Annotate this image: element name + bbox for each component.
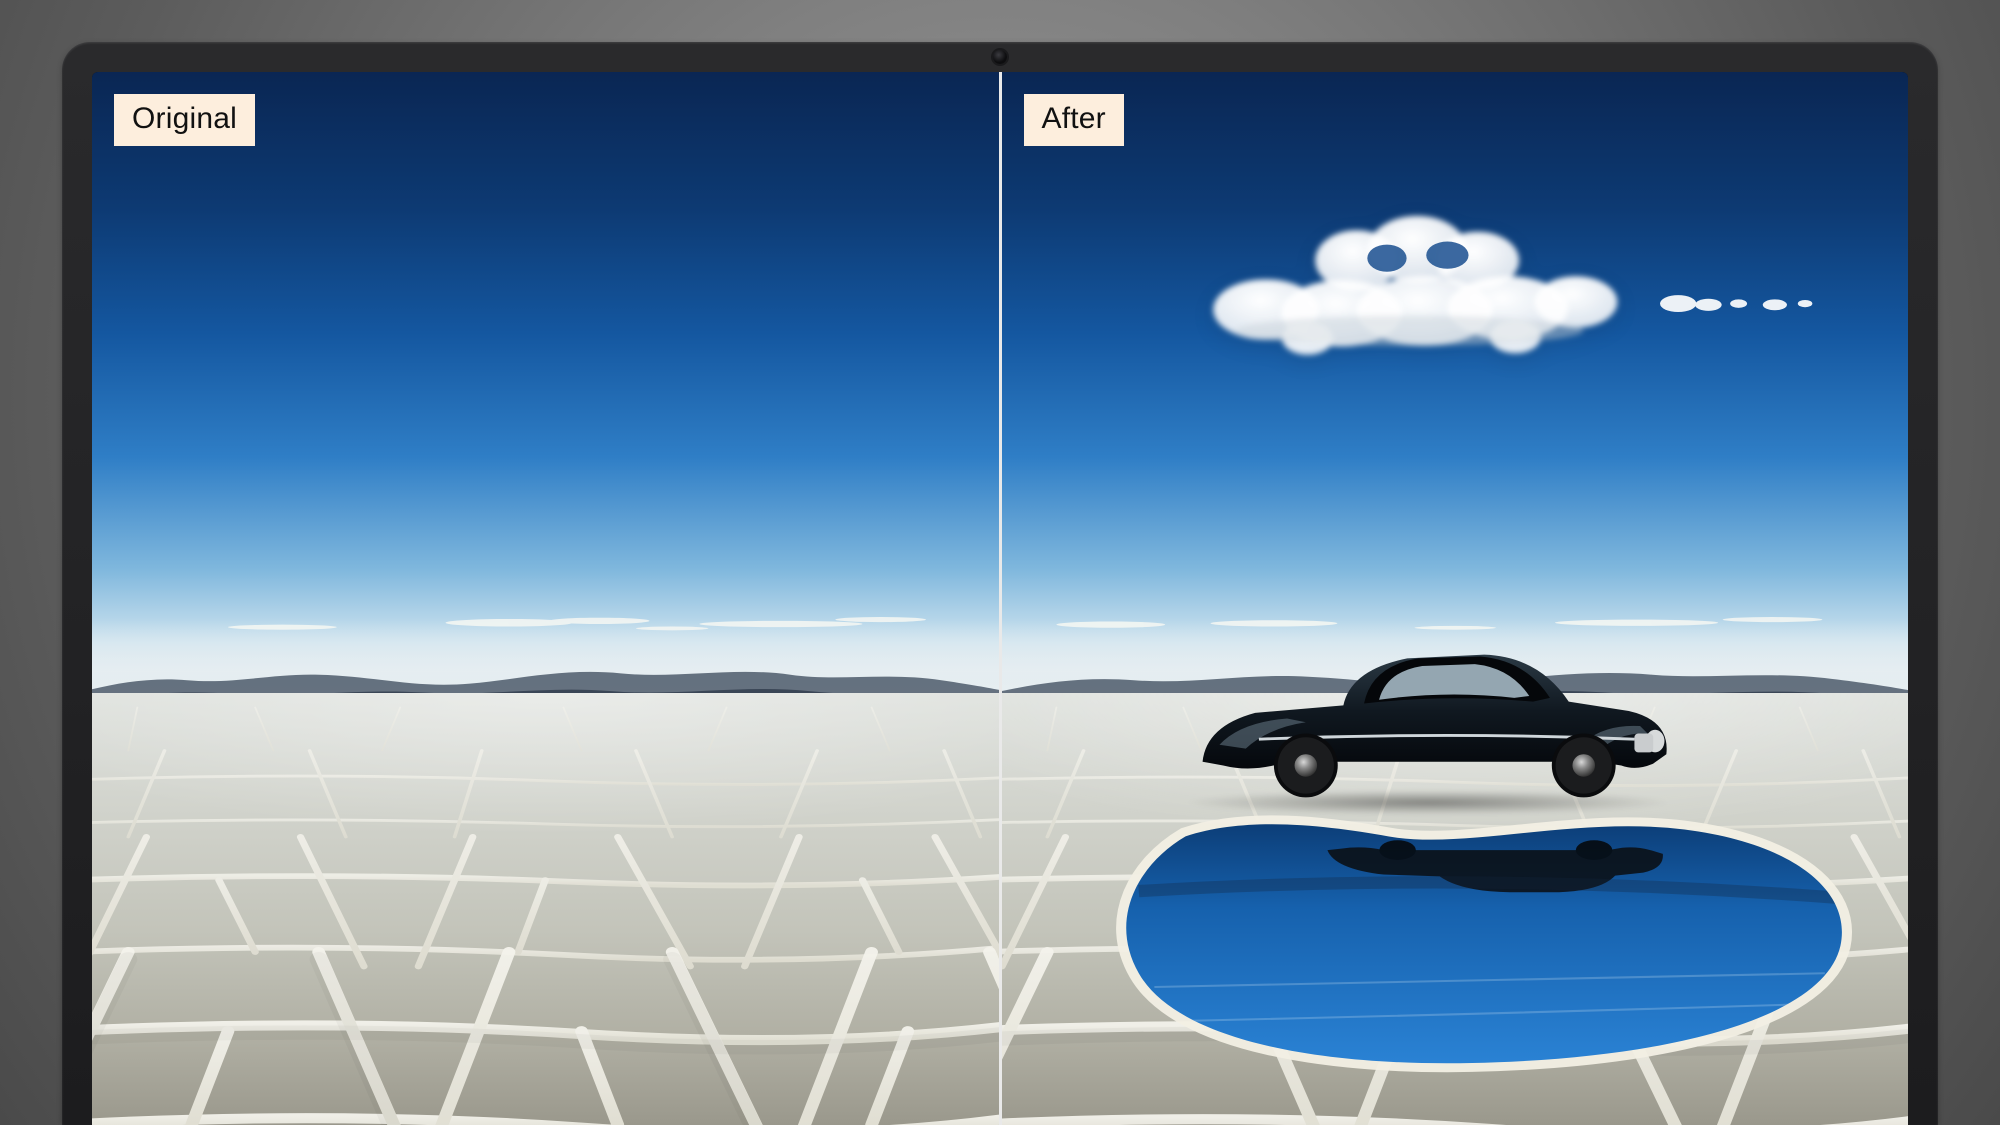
scene-original [92, 72, 999, 1125]
panel-after: After [1002, 72, 1909, 1125]
cloud-trail [1654, 272, 1835, 335]
horizon-clouds [92, 588, 999, 651]
salt-crack-pattern [92, 693, 999, 1125]
vintage-car [1165, 620, 1691, 810]
water-pool [1092, 809, 1872, 1083]
label-original: Original [114, 94, 255, 146]
comparison-screen: Original [92, 72, 1908, 1125]
monitor-bezel: Original [62, 42, 1938, 1125]
cloud-shaped-like-car [1183, 177, 1636, 367]
page-backdrop: Original [0, 0, 2000, 1125]
scene-after [1002, 72, 1909, 1125]
compare-divider [999, 72, 1002, 1125]
label-after: After [1024, 94, 1124, 146]
monitor-camera-dot [993, 50, 1007, 64]
panel-original: Original [92, 72, 999, 1125]
